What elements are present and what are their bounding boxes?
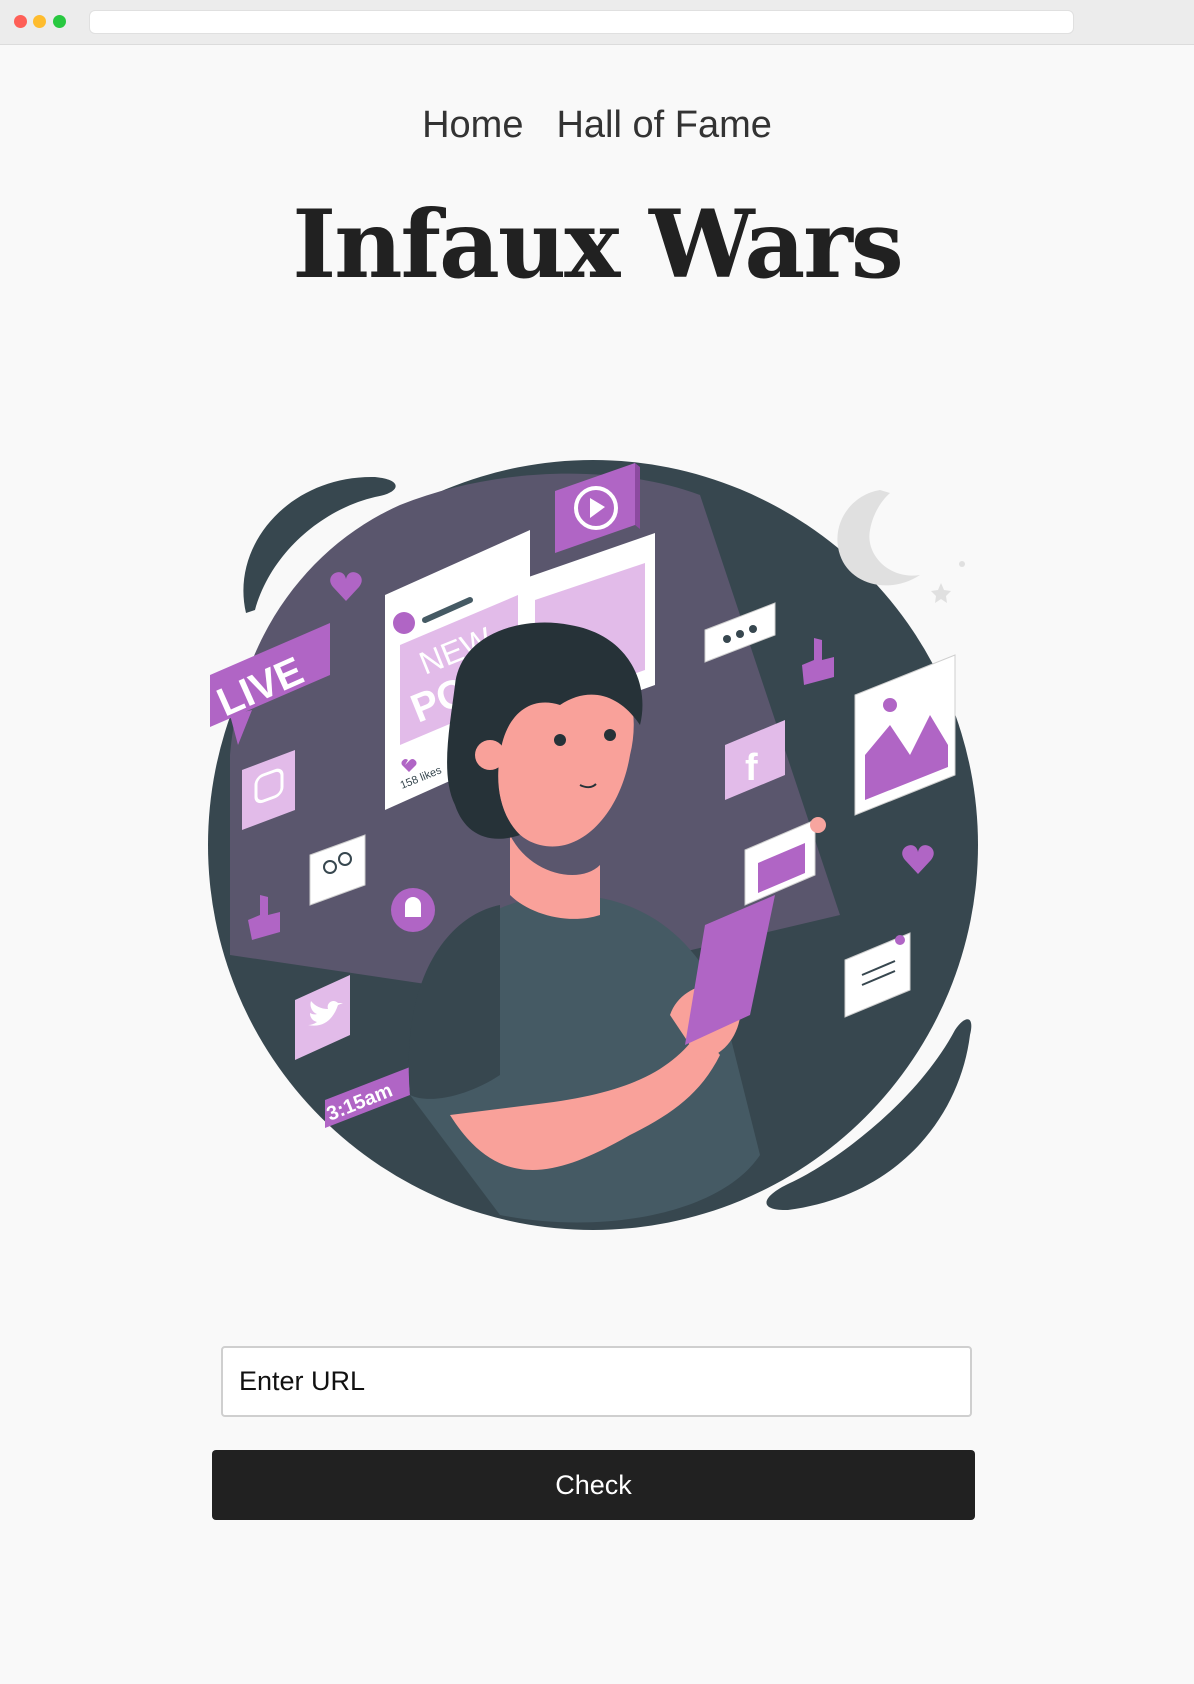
page-title: Infaux Wars <box>292 190 904 300</box>
star-dot <box>959 561 965 567</box>
address-bar[interactable] <box>89 10 1074 34</box>
bell-icon <box>391 888 435 932</box>
top-nav: Home Hall of Fame <box>0 104 1194 147</box>
social-media-illustration: NEW POST 158 likes LIVE 3:15am <box>208 460 978 1230</box>
close-window-dot[interactable] <box>14 15 27 28</box>
minimize-window-dot[interactable] <box>33 15 46 28</box>
url-input[interactable] <box>221 1346 972 1417</box>
maximize-window-dot[interactable] <box>53 15 66 28</box>
nav-link-hall-of-fame[interactable]: Hall of Fame <box>556 104 771 147</box>
star-icon <box>931 583 951 603</box>
facebook-glyph: f <box>745 747 758 789</box>
browser-chrome <box>0 0 1194 45</box>
nav-link-home[interactable]: Home <box>422 104 523 147</box>
check-button[interactable]: Check <box>212 1450 975 1520</box>
